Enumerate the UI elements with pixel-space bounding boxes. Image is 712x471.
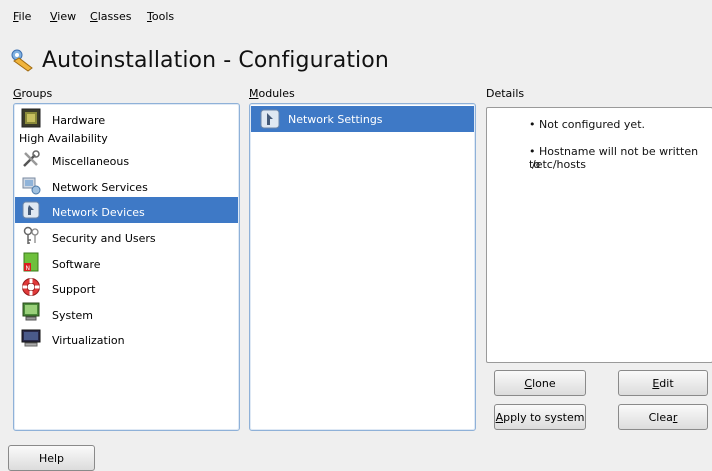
group-item-virtualization[interactable]: Virtualization bbox=[15, 325, 238, 351]
network-settings-icon bbox=[260, 109, 280, 129]
svg-text:N: N bbox=[26, 265, 31, 272]
menu-view[interactable]: View bbox=[50, 10, 76, 23]
autoinstallation-icon bbox=[11, 49, 33, 72]
details-box: • Not configured yet. • Hostname will no… bbox=[486, 107, 712, 363]
groups-label: Groups bbox=[13, 87, 53, 100]
edit-button[interactable]: Edit bbox=[618, 370, 708, 396]
system-icon bbox=[22, 302, 40, 321]
network-devices-icon bbox=[22, 201, 40, 219]
keys-icon bbox=[23, 226, 39, 244]
clone-button[interactable]: Clone bbox=[494, 370, 586, 396]
help-button[interactable]: Help bbox=[8, 445, 95, 471]
group-item-support[interactable]: Support bbox=[15, 274, 238, 300]
group-item-network-devices[interactable]: Network Devices bbox=[15, 197, 238, 223]
group-item-security-and-users[interactable]: Security and Users bbox=[15, 223, 238, 249]
page-title: Autoinstallation - Configuration bbox=[42, 47, 389, 73]
groups-list[interactable]: Hardware High Availability Miscellaneous… bbox=[13, 103, 240, 431]
modules-list[interactable]: Network Settings bbox=[249, 103, 476, 431]
page-title-row: Autoinstallation - Configuration bbox=[8, 44, 389, 76]
group-item-network-services[interactable]: Network Services bbox=[15, 172, 238, 198]
clear-button[interactable]: Clea r bbox=[618, 404, 708, 430]
details-label: Details bbox=[486, 87, 525, 100]
tools-icon bbox=[23, 150, 40, 167]
lifebuoy-icon bbox=[22, 278, 40, 296]
detail-not-configured: • Not configured yet. bbox=[529, 118, 645, 131]
menu-classes[interactable]: Classes bbox=[90, 10, 131, 23]
network-services-icon bbox=[22, 177, 41, 195]
group-item-hardware[interactable]: Hardware bbox=[15, 106, 238, 132]
menu-bar: File View Classes Tools bbox=[0, 0, 712, 26]
detail-hostname-line2: /etc/hosts bbox=[532, 158, 587, 171]
group-item-high-availability[interactable]: High Availability bbox=[19, 132, 108, 145]
apply-to-system-button[interactable]: Apply to system bbox=[494, 404, 586, 430]
group-item-software[interactable]: N Software bbox=[15, 249, 238, 275]
group-item-system[interactable]: System bbox=[15, 300, 238, 326]
group-item-miscellaneous[interactable]: Miscellaneous bbox=[15, 146, 238, 172]
modules-label: Modules bbox=[249, 87, 295, 100]
menu-file[interactable]: File bbox=[13, 10, 31, 23]
menu-tools[interactable]: Tools bbox=[147, 10, 174, 23]
monitor-icon bbox=[21, 329, 41, 347]
software-icon: N bbox=[23, 252, 39, 272]
module-item-network-settings[interactable]: Network Settings bbox=[251, 106, 474, 132]
hardware-icon bbox=[21, 108, 41, 128]
